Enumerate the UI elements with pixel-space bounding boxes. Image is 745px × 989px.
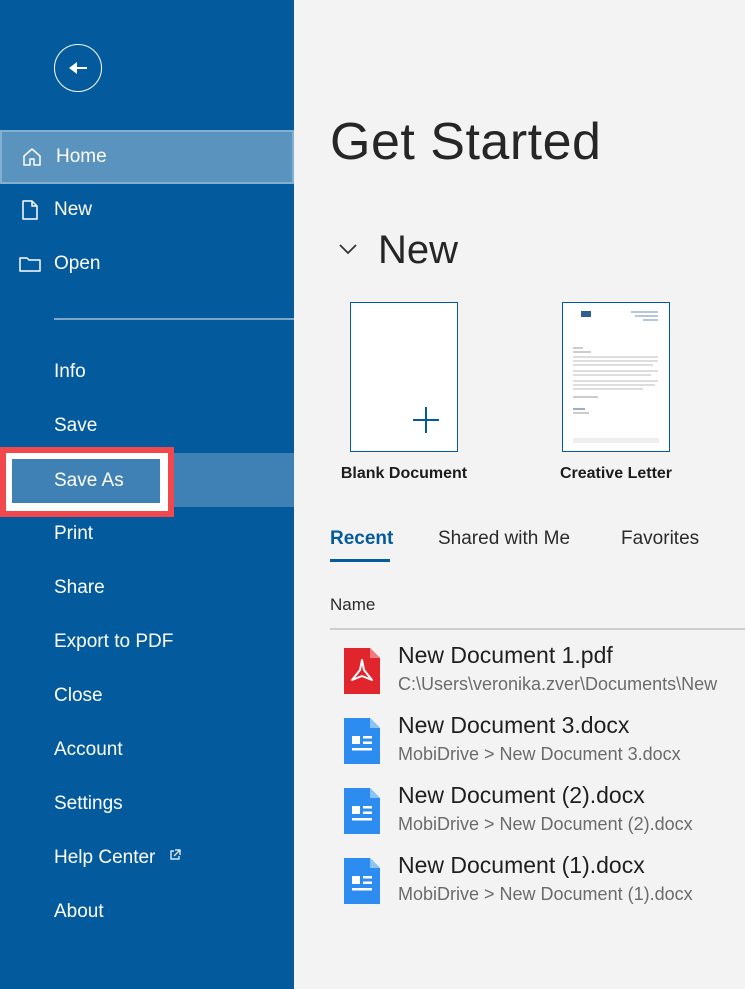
docx-file-icon: [344, 858, 380, 904]
header-divider: [330, 628, 745, 630]
pdf-file-icon: [344, 648, 380, 694]
file-path: MobiDrive > New Document 3.docx: [398, 744, 681, 764]
file-name: New Document 3.docx: [398, 712, 630, 738]
docx-file-icon: [344, 788, 380, 834]
plus-icon: [413, 407, 439, 433]
sidebar-item-export-pdf[interactable]: Export to PDF: [0, 615, 294, 669]
sidebar-item-help-center[interactable]: Help Center: [0, 831, 294, 885]
help-center-wrap: Help Center: [54, 847, 181, 869]
column-header-name[interactable]: Name: [330, 595, 375, 615]
template-blank-document[interactable]: [350, 302, 458, 452]
sidebar-item-save-as[interactable]: Save As: [12, 459, 160, 503]
sidebar-item-label: Settings: [54, 793, 123, 814]
letter-preview-icon: [573, 311, 659, 443]
sidebar-item-label: Account: [54, 739, 123, 760]
sidebar-item-share[interactable]: Share: [0, 561, 294, 615]
chevron-down-icon[interactable]: [338, 242, 358, 256]
file-row[interactable]: New Document (2).docx MobiDrive > New Do…: [330, 782, 745, 846]
main-panel: Get Started New Blank Document Creative …: [294, 0, 745, 989]
sidebar-item-about[interactable]: About: [0, 885, 294, 939]
sidebar-item-label: Share: [54, 577, 105, 598]
sidebar-item-info[interactable]: Info: [0, 345, 294, 399]
sidebar-item-label: Help Center: [54, 847, 156, 868]
docx-file-icon: [344, 718, 380, 764]
new-section-title: New: [378, 228, 459, 272]
sidebar-item-label: Save As: [54, 470, 124, 491]
sidebar-item-label: New: [54, 199, 93, 220]
new-document-icon: [22, 200, 38, 220]
sidebar-item-label: About: [54, 901, 104, 922]
file-row[interactable]: New Document (1).docx MobiDrive > New Do…: [330, 852, 745, 916]
external-link-icon: [170, 849, 181, 860]
tab-shared-with-me[interactable]: Shared with Me: [438, 528, 570, 550]
sidebar-item-print[interactable]: Print: [0, 507, 294, 561]
sidebar-item-open[interactable]: Open: [0, 237, 294, 291]
sidebar-item-label: Print: [54, 523, 94, 544]
back-button[interactable]: [54, 44, 102, 92]
sidebar-item-label: Home: [56, 146, 107, 167]
file-row[interactable]: New Document 1.pdf C:\Users\veronika.zve…: [330, 642, 745, 706]
sidebar-item-label: Info: [54, 361, 86, 382]
sidebar-item-account[interactable]: Account: [0, 723, 294, 777]
home-icon: [23, 148, 41, 166]
folder-icon: [19, 257, 41, 272]
sidebar-divider: [54, 318, 294, 320]
sidebar-item-label: Open: [54, 253, 101, 274]
sidebar-item-save[interactable]: Save: [0, 399, 294, 453]
template-label: Blank Document: [340, 465, 468, 482]
sidebar-item-settings[interactable]: Settings: [0, 777, 294, 831]
template-creative-letter[interactable]: [562, 302, 670, 452]
file-name: New Document (2).docx: [398, 782, 645, 808]
sidebar-item-home[interactable]: Home: [0, 130, 294, 184]
file-name: New Document (1).docx: [398, 852, 645, 878]
file-name: New Document 1.pdf: [398, 642, 613, 668]
page-title: Get Started: [330, 113, 602, 171]
template-label: Creative Letter: [559, 465, 673, 482]
file-path: MobiDrive > New Document (1).docx: [398, 884, 693, 904]
sidebar-item-label: Export to PDF: [54, 631, 174, 652]
sidebar-item-close[interactable]: Close: [0, 669, 294, 723]
file-path: C:\Users\veronika.zver\Documents\New: [398, 674, 718, 694]
sidebar-item-new[interactable]: New: [0, 183, 294, 237]
sidebar: Home New Open Info Save Save As Print Sh…: [0, 0, 294, 989]
sidebar-item-label: Close: [54, 685, 103, 706]
arrow-left-icon: [69, 62, 87, 74]
sidebar-item-label: Save: [54, 415, 98, 436]
file-path: MobiDrive > New Document (2).docx: [398, 814, 693, 834]
file-row[interactable]: New Document 3.docx MobiDrive > New Docu…: [330, 712, 745, 776]
tab-recent[interactable]: Recent: [330, 528, 393, 550]
tab-favorites[interactable]: Favorites: [621, 528, 699, 550]
tab-underline: [330, 559, 390, 562]
